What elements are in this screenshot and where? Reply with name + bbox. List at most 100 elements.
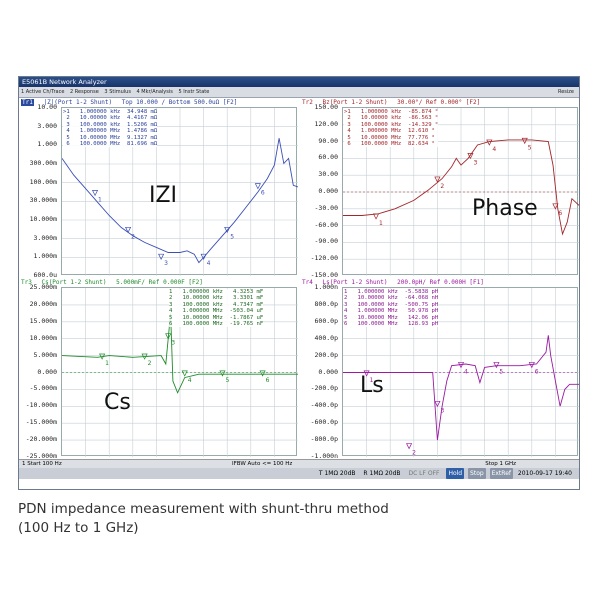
y-tick-z: 1.000m xyxy=(33,252,57,261)
y-tick-phase: 0.000 xyxy=(318,187,338,195)
status-r-input[interactable]: R 1MΩ 20dB xyxy=(360,468,403,479)
y-tick-ls: -1.000n xyxy=(310,452,338,459)
label-ls: Ls xyxy=(360,373,384,398)
trace-scale-cs: 5.000mF/ Ref 0.000F [F2] xyxy=(116,279,203,286)
trace-scale-z: Top 10.000 / Bottom 500.0uΩ [F2] xyxy=(121,99,238,106)
marker-label-z-5: 5 xyxy=(230,233,234,240)
stop-badge[interactable]: Stop xyxy=(468,468,486,479)
y-tick-cs: -5.000m xyxy=(29,384,57,393)
y-tick-z: 30.000m xyxy=(29,196,57,205)
status-bar: 1 Start 100 Hz IFBW Auto <= 100 Hz Stop … xyxy=(19,459,579,468)
y-tick-cs: -25.000m xyxy=(25,452,57,459)
window-title: E5061B Network Analyzer xyxy=(22,78,107,86)
panel-phase[interactable]: Tr2 Bz(Port 1-2 Shunt) 30.00°/ Ref 0.000… xyxy=(300,98,581,278)
y-tick-cs: -20.000m xyxy=(25,435,57,444)
menu-bar: 1 Active Ch/Trace 2 Response 3 Stimulus … xyxy=(19,87,579,98)
menu-response[interactable]: 2 Response xyxy=(68,87,101,98)
y-tick-cs: 0.000 xyxy=(37,367,57,376)
marker-phase-5[interactable] xyxy=(521,137,528,145)
trace-id-z[interactable]: Tr1 xyxy=(21,99,34,106)
y-tick-ls: 600.0p xyxy=(314,316,338,325)
y-tick-z: 1.000 xyxy=(37,140,57,149)
marker-table-ls: 1 1.000000 kHz -5.5838 pH 2 10.00000 kHz … xyxy=(344,289,439,328)
marker-label-cs-2: 2 xyxy=(148,360,152,367)
status-t-input[interactable]: T 1MΩ 20dB xyxy=(316,468,359,479)
y-tick-z: 300.00m xyxy=(29,159,57,167)
y-tick-phase: -30.00 xyxy=(314,203,338,212)
marker-label-ls-6: 6 xyxy=(535,368,539,375)
trace-id-phase[interactable]: Tr2 xyxy=(302,99,313,106)
label-z: IZI xyxy=(149,183,178,208)
analyzer-window: E5061B Network Analyzer 1 Active Ch/Trac… xyxy=(18,76,580,490)
marker-z-3[interactable] xyxy=(158,253,165,260)
marker-label-cs-1: 1 xyxy=(105,360,109,367)
label-cs: Cs xyxy=(104,390,131,415)
marker-row-cs: 4 1.000000 MHz -503.04 uF xyxy=(169,308,264,315)
y-tick-phase: -90.00 xyxy=(314,237,338,246)
y-tick-ls: 400.0p xyxy=(314,333,338,342)
marker-label-phase-6: 6 xyxy=(558,210,562,217)
marker-label-phase-4: 4 xyxy=(492,146,496,153)
caption-line-2: (100 Hz to 1 GHz) xyxy=(18,520,139,536)
menu-instr-state[interactable]: 5 Instr State xyxy=(176,87,211,98)
marker-label-ls-5: 5 xyxy=(499,368,503,375)
figure-caption: PDN impedance measurement with shunt-thr… xyxy=(18,500,578,538)
marker-cs-4[interactable] xyxy=(181,370,188,377)
y-tick-z: 600.0u xyxy=(33,271,57,278)
marker-row-ls: 4 1.000000 MHz 50.978 pH xyxy=(344,308,439,315)
marker-table-cs: 1 1.000000 kHz 4.3253 mF 2 10.00000 kHz 3… xyxy=(169,289,264,328)
y-tick-phase: 150.00 xyxy=(314,103,338,111)
marker-label-phase-1: 1 xyxy=(379,220,383,227)
y-tick-z: 3.000m xyxy=(33,233,57,242)
y-tick-phase: 90.00 xyxy=(318,136,338,145)
status-dc-lf[interactable]: DC LF OFF xyxy=(405,468,442,479)
marker-z-6[interactable] xyxy=(254,183,261,190)
panel-ls[interactable]: Tr4 Ls(Port 1-2 Shunt) 200.0pH/ Ref 0.00… xyxy=(300,278,581,459)
marker-phase-1[interactable] xyxy=(372,213,380,220)
trace-scale-phase: 30.00°/ Ref 0.000° [F2] xyxy=(397,99,481,106)
marker-label-cs-5: 5 xyxy=(225,377,229,384)
hold-badge[interactable]: Hold xyxy=(446,468,465,479)
panel-impedance[interactable]: Tr1 |Z|(Port 1-2 Shunt) Top 10.000 / Bot… xyxy=(19,98,300,278)
marker-label-z-3: 3 xyxy=(164,260,168,267)
y-tick-z: 3.000 xyxy=(37,121,57,130)
y-tick-ls: -200.0p xyxy=(310,384,338,393)
y-tick-cs: 20.000m xyxy=(29,299,57,308)
marker-label-z-4: 4 xyxy=(207,260,211,267)
menu-mkr-analysis[interactable]: 4 Mkr/Analysis xyxy=(135,87,175,98)
status-right: T 1MΩ 20dB R 1MΩ 20dB DC LF OFF Hold Sto… xyxy=(316,468,575,479)
menu-stimulus[interactable]: 3 Stimulus xyxy=(102,87,133,98)
marker-cs-6[interactable] xyxy=(259,370,266,377)
marker-label-phase-2: 2 xyxy=(440,183,444,190)
y-tick-ls: 0.000 xyxy=(318,367,338,376)
marker-label-cs-3: 3 xyxy=(171,340,175,347)
marker-label-z-6: 6 xyxy=(261,190,265,197)
marker-row-phase: 4 1.000000 MHz 12.610 ° xyxy=(344,128,435,135)
panel-cs[interactable]: Tr3 Cs(Port 1-2 Shunt) 5.000mF/ Ref 0.00… xyxy=(19,278,300,459)
y-tick-phase: 60.00 xyxy=(318,153,338,162)
marker-label-ls-3: 3 xyxy=(440,407,444,414)
marker-row-z: 2 10.00000 kHz 4.4167 mΩ xyxy=(63,115,158,122)
marker-cs-5[interactable] xyxy=(219,370,226,377)
y-tick-phase: -150.00 xyxy=(310,271,338,278)
marker-label-cs-4: 4 xyxy=(188,377,192,384)
y-tick-ls: -400.0p xyxy=(310,401,338,410)
marker-ls-2[interactable] xyxy=(406,443,413,450)
menu-active-ch-trace[interactable]: 1 Active Ch/Trace xyxy=(19,87,66,98)
y-tick-phase: 120.00 xyxy=(314,119,338,128)
y-tick-ls: -800.0p xyxy=(310,435,338,444)
marker-table-z: >1 1.000000 kHz 34.948 mΩ 2 10.00000 kHz… xyxy=(63,109,158,148)
y-tick-z: 10.00 xyxy=(37,103,57,111)
marker-label-ls-4: 4 xyxy=(464,368,468,375)
marker-row-z: 4 1.000000 MHz 1.4786 mΩ xyxy=(63,128,158,135)
extref-badge[interactable]: ExtRef xyxy=(489,468,513,479)
marker-label-cs-6: 6 xyxy=(266,377,270,384)
marker-ls-5[interactable] xyxy=(493,362,500,369)
instrument-status-bar: T 1MΩ 20dB R 1MΩ 20dB DC LF OFF Hold Sto… xyxy=(19,468,579,479)
trace-id-ls[interactable]: Tr4 xyxy=(302,279,313,286)
marker-row-phase: 6 100.0000 MHz 82.634 ° xyxy=(344,141,435,148)
y-tick-cs: -10.000m xyxy=(25,401,57,410)
marker-row-ls: 2 10.00000 kHz -64.068 nH xyxy=(344,295,439,302)
resize-button[interactable]: Resize xyxy=(556,87,576,98)
marker-z-1[interactable] xyxy=(91,190,99,197)
